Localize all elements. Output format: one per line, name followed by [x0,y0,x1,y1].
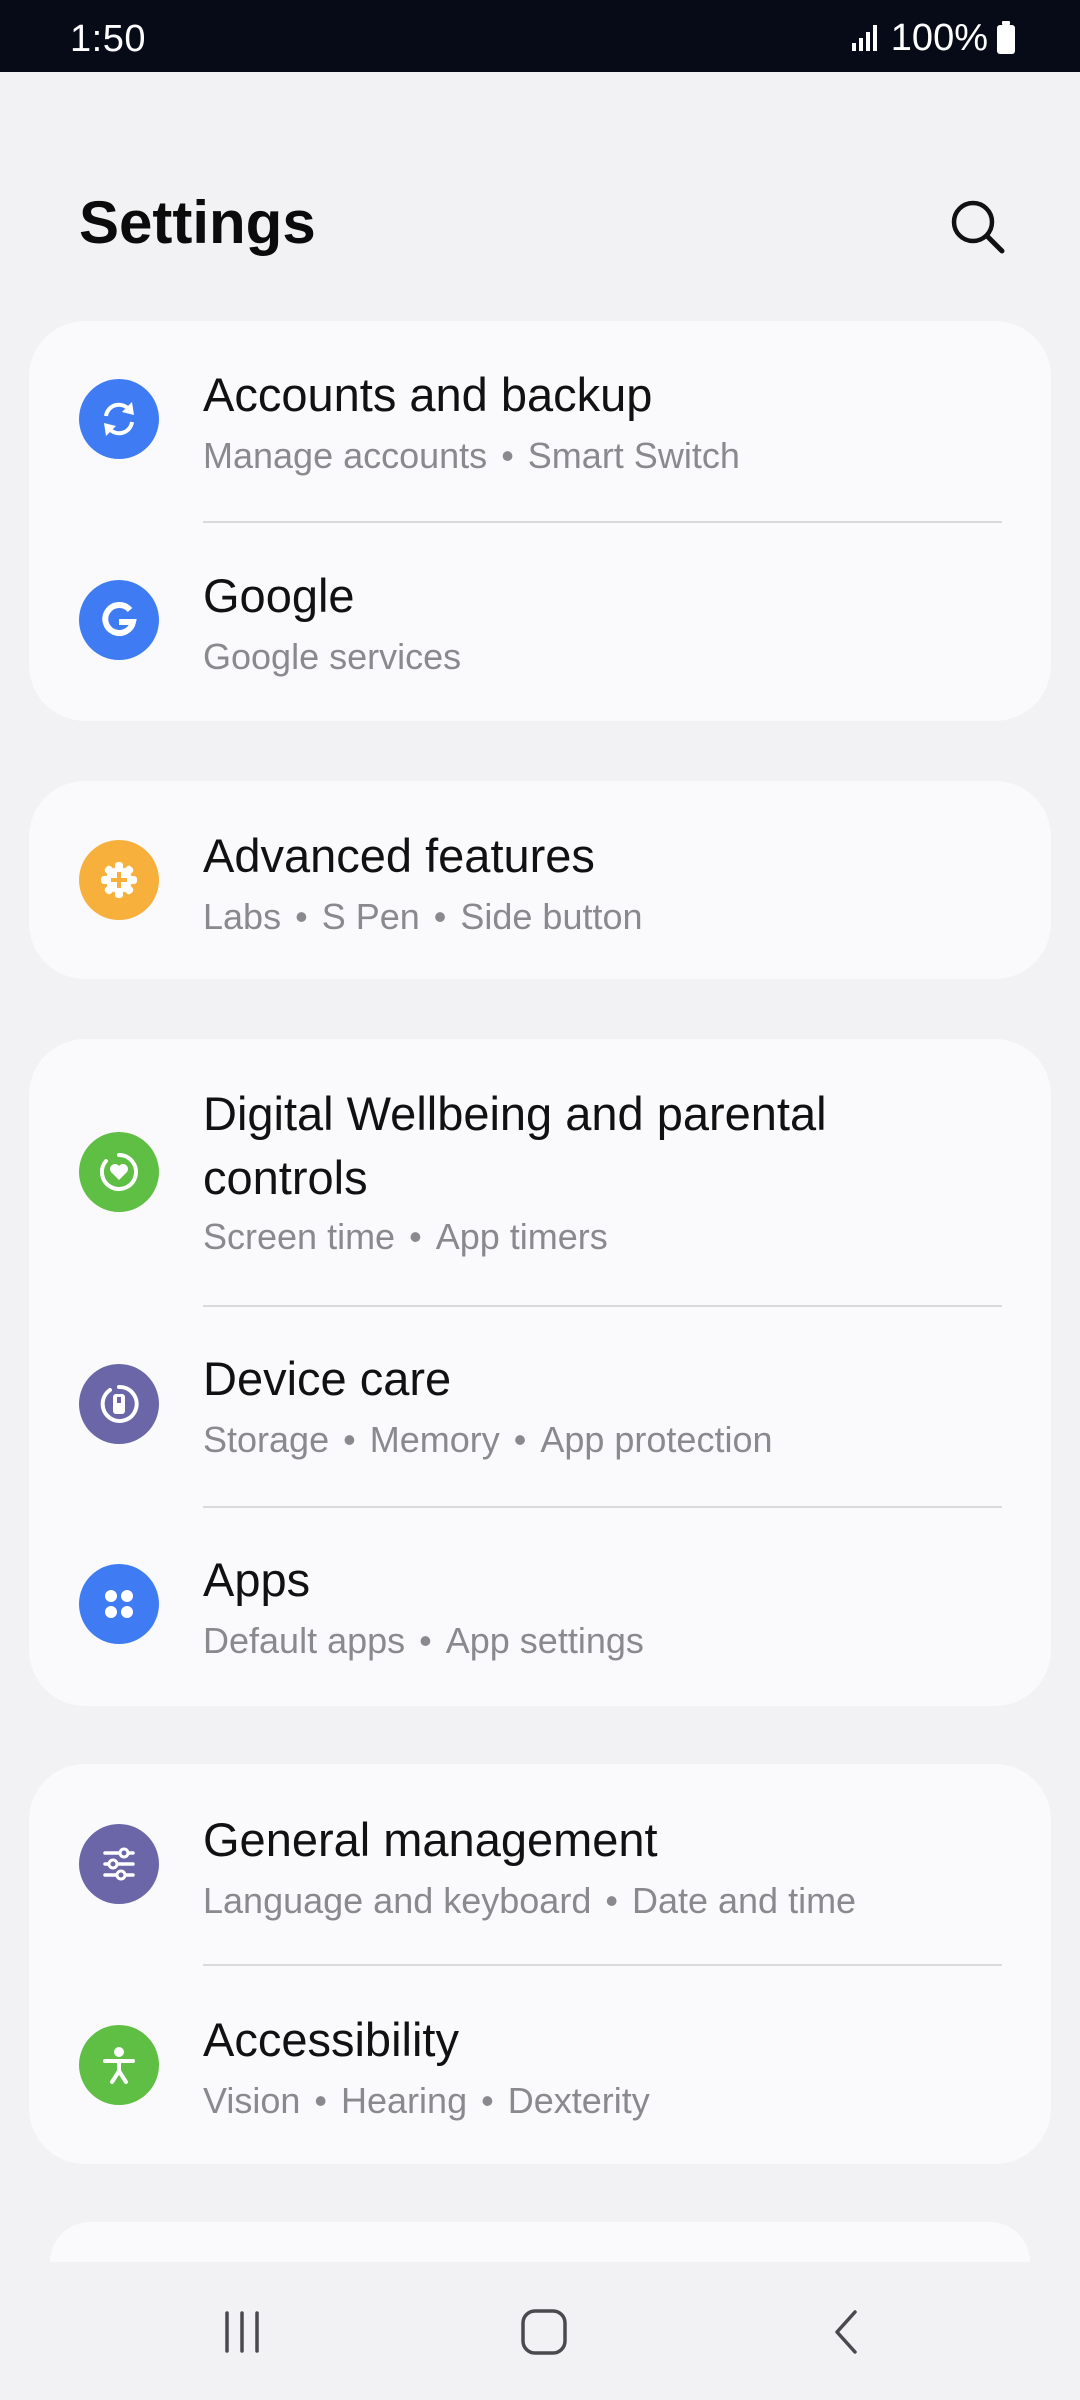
recent-apps-button[interactable] [202,2292,282,2372]
device-care-icon [79,1364,159,1444]
battery-icon [997,21,1015,54]
status-time: 1:50 [70,18,146,60]
settings-item-title: Advanced features [203,829,595,882]
settings-item-general-management[interactable]: General management Language and keyboard… [29,1764,1051,1964]
google-icon [79,580,159,660]
settings-item-subtitle: Vision • Hearing • Dexterity [203,2080,650,2121]
settings-item-subtitle: Manage accounts • Smart Switch [203,435,740,476]
settings-group-advanced: Advanced features Labs • S Pen • Side button [29,781,1051,979]
settings-item-title: Device care [203,1352,452,1405]
apps-grid-icon [79,1564,159,1644]
settings-group-next-peek[interactable] [50,2222,1030,2262]
back-button[interactable] [808,2292,888,2372]
back-icon [835,2310,857,2354]
settings-item-subtitle: Default apps • App settings [203,1620,644,1661]
home-icon [521,2309,567,2355]
settings-item-title: Google [203,569,355,622]
settings-group-accounts: Accounts and backup Manage accounts • Smar… [29,321,1051,721]
settings-item-apps[interactable]: Apps Default apps • App settings [29,1508,1051,1706]
settings-item-subtitle: Storage • Memory • App protection [203,1419,773,1460]
sliders-icon [79,1824,159,1904]
accessibility-icon [79,2025,159,2105]
settings-item-google[interactable]: Google Google services [29,523,1051,721]
settings-item-title: General management [203,1813,658,1866]
settings-group-general: General management Language and keyboard… [29,1764,1051,2164]
settings-item-advanced-features[interactable]: Advanced features Labs • S Pen • Side button [29,781,1051,979]
signal-icon [851,25,877,51]
settings-item-title: Accounts and backup [203,368,653,421]
home-button[interactable] [504,2292,584,2372]
search-button[interactable] [944,193,1012,261]
settings-item-subtitle: Screen time • App timers [203,1216,608,1257]
settings-item-device-care[interactable]: Device care Storage • Memory • App protectio… [29,1307,1051,1506]
settings-item-title: Apps [203,1553,311,1606]
settings-group-device: Digital Wellbeing and parental controls … [29,1039,1051,1706]
heart-ring-icon [79,1132,159,1212]
settings-item-title: Accessibility [203,2013,459,2066]
status-bar: 1:50 100% [0,0,1080,72]
settings-item-subtitle: Language and keyboard • Date and time [203,1880,857,1921]
settings-item-subtitle: Labs • S Pen • Side button [203,896,643,937]
recent-apps-icon [225,2311,259,2353]
settings-item-digital-wellbeing[interactable]: Digital Wellbeing and parental controls … [29,1039,1051,1305]
page-title: Settings [79,189,316,256]
settings-item-subtitle: Google services [203,636,462,677]
search-icon [951,200,1005,254]
sync-icon [79,379,159,459]
gear-plus-icon [79,840,159,920]
battery-percentage: 100% [890,16,988,59]
status-indicators: 100% [851,16,1016,59]
settings-item-accounts-and-backup[interactable]: Accounts and backup Manage accounts • Smar… [29,321,1051,521]
settings-item-accessibility[interactable]: Accessibility Vision • Hearing • Dexterity [29,1966,1051,2164]
settings-item-title: Digital Wellbeing and parental controls [203,1087,827,1204]
navigation-bar [0,2262,1080,2400]
